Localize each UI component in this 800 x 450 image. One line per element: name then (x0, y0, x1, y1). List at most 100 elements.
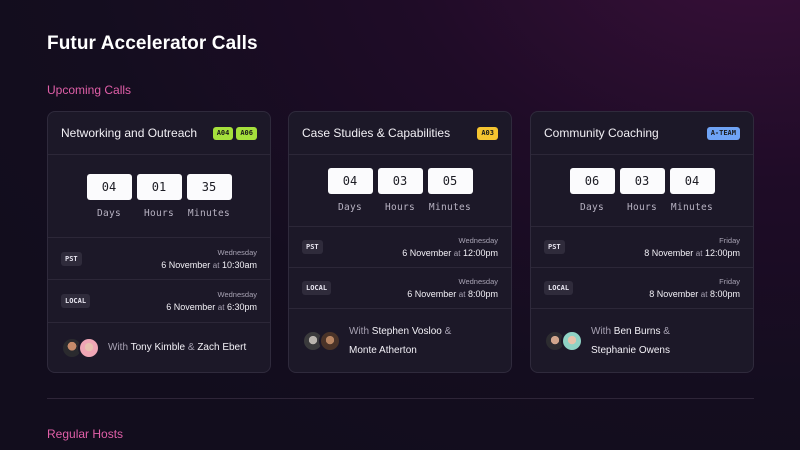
at-text: at (695, 249, 703, 258)
at-text: at (453, 249, 461, 258)
hosts-row: With Tony Kimble & Zach Ebert (48, 322, 270, 372)
hours-value: 03 (377, 168, 423, 194)
at-text: at (458, 290, 466, 299)
time-when: Wednesday 6 November at 8:00pm (407, 277, 498, 299)
countdown-days: 04 Days (327, 168, 373, 213)
tag-badge: A-TEAM (706, 126, 740, 140)
host-name[interactable]: Stephen Vosloo (372, 326, 442, 337)
minutes-value: 05 (427, 168, 473, 194)
hosts-amp: & (663, 325, 670, 337)
avatar[interactable] (319, 329, 341, 352)
host-name[interactable]: Ben Burns (614, 326, 661, 337)
hosts-row: With Stephen Vosloo & Monte Atherton (289, 308, 511, 372)
hosts-prefix: With (591, 325, 611, 337)
time-day: Wednesday (458, 236, 498, 245)
hosts-row: With Ben Burns & Stephanie Owens (531, 308, 753, 372)
days-value: 06 (569, 168, 615, 194)
time-date: 6 November at 8:00pm (407, 289, 498, 299)
timezone-badge: PST (61, 251, 82, 266)
call-card[interactable]: Community Coaching A-TEAM 06 Days 03 Hou… (530, 111, 754, 373)
hours-value: 03 (619, 168, 665, 194)
avatar[interactable] (78, 336, 100, 359)
countdown: 04 Days 01 Hours 35 Minutes (48, 174, 270, 219)
hosts-text: With Stephen Vosloo & Monte Atherton (349, 322, 451, 360)
time-day: Friday (719, 277, 740, 286)
time-day: Wednesday (458, 277, 498, 286)
time-row-local: LOCAL Wednesday 6 November at 6:30pm (48, 280, 270, 322)
hosts-text: With Ben Burns & Stephanie Owens (591, 322, 670, 360)
countdown-minutes: 05 Minutes (427, 168, 473, 213)
host-name[interactable]: Monte Atherton (349, 345, 417, 356)
minutes-label: Minutes (670, 202, 714, 213)
hosts-amp: & (444, 325, 452, 337)
days-label: Days (96, 208, 122, 219)
time-day: Wednesday (217, 290, 257, 299)
hosts-text: With Tony Kimble & Zach Ebert (108, 338, 246, 357)
time-date: 8 November at 8:00pm (649, 289, 740, 299)
time-text: 10:30am (221, 259, 257, 270)
section-divider (47, 398, 754, 399)
card-title: Case Studies & Capabilities (302, 126, 451, 140)
host-name[interactable]: Tony Kimble (131, 342, 185, 353)
time-date: 8 November at 12:00pm (644, 248, 740, 258)
time-row-pst: PST Wednesday 6 November at 12:00pm (289, 227, 511, 268)
card-title: Networking and Outreach (61, 126, 198, 140)
card-header: Networking and Outreach A04 A06 (48, 112, 270, 155)
tag-group: A03 (477, 126, 498, 140)
hosts-prefix: With (108, 342, 128, 353)
avatar-group (544, 329, 583, 352)
card-title: Community Coaching (544, 126, 659, 140)
avatar[interactable] (561, 329, 583, 352)
at-text: at (700, 290, 708, 299)
tag-badge: A03 (477, 126, 498, 140)
section-label-upcoming: Upcoming Calls (47, 83, 132, 97)
date-text: 8 November (644, 248, 694, 258)
host-name[interactable]: Zach Ebert (197, 342, 246, 353)
countdown-hours: 03 Hours (619, 168, 665, 213)
time-when: Wednesday 6 November at 12:00pm (402, 236, 498, 258)
timezone-badge: PST (302, 240, 323, 254)
host-name[interactable]: Stephanie Owens (591, 345, 670, 356)
time-when: Wednesday 6 November at 6:30pm (166, 290, 257, 312)
hosts-amp: & (187, 342, 195, 353)
minutes-label: Minutes (187, 208, 231, 219)
date-text: 6 November (402, 248, 452, 258)
tag-badge: A04 (212, 126, 234, 140)
countdown-days: 04 Days (86, 174, 132, 219)
card-header: Community Coaching A-TEAM (531, 112, 753, 155)
countdown: 04 Days 03 Hours 05 Minutes (289, 168, 511, 213)
countdown-minutes: 35 Minutes (186, 174, 232, 219)
date-text: 6 November (407, 289, 457, 299)
time-row-pst: PST Friday 8 November at 12:00pm (531, 227, 753, 268)
time-date: 6 November at 10:30am (161, 260, 257, 270)
page-title: Futur Accelerator Calls (47, 33, 258, 54)
at-text: at (212, 260, 220, 270)
time-list: PST Wednesday 6 November at 10:30am LOCA… (48, 237, 270, 322)
date-text: 8 November (649, 289, 699, 299)
hours-value: 01 (136, 174, 182, 200)
avatar-group (61, 336, 100, 359)
hours-label: Hours (143, 208, 175, 219)
time-text: 8:00pm (467, 289, 498, 299)
time-row-local: LOCAL Friday 8 November at 8:00pm (531, 268, 753, 308)
time-text: 6:30pm (226, 302, 257, 312)
days-label: Days (337, 202, 363, 213)
hosts-prefix: With (349, 325, 369, 337)
hours-label: Hours (626, 202, 658, 213)
countdown-days: 06 Days (569, 168, 615, 213)
timezone-badge: LOCAL (61, 294, 91, 308)
minutes-value: 35 (186, 174, 232, 200)
time-day: Wednesday (217, 247, 257, 257)
countdown-hours: 03 Hours (377, 168, 423, 213)
days-value: 04 (86, 174, 132, 200)
timezone-badge: PST (544, 240, 565, 254)
days-label: Days (579, 202, 605, 213)
card-header: Case Studies & Capabilities A03 (289, 112, 511, 155)
call-card[interactable]: Case Studies & Capabilities A03 04 Days … (288, 111, 512, 373)
time-text: 8:00pm (709, 289, 740, 299)
avatar-group (302, 329, 341, 352)
date-text: 6 November (166, 302, 216, 312)
timezone-badge: LOCAL (302, 281, 332, 295)
section-label-hosts: Regular Hosts (47, 427, 124, 441)
call-card[interactable]: Networking and Outreach A04 A06 04 Days … (47, 111, 271, 373)
